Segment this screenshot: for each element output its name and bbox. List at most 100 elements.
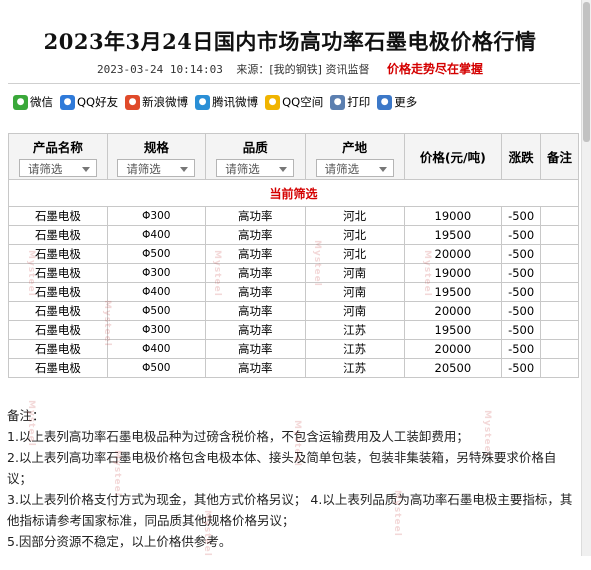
col-name-label: 产品名称	[32, 139, 83, 155]
col-quality-label: 品质	[242, 139, 268, 155]
chevron-down-icon	[81, 166, 90, 172]
cell-change: -500	[501, 244, 542, 264]
cell-name: 石墨电极	[8, 282, 108, 302]
cell-spec: Φ500	[106, 244, 206, 264]
cell-price: 20000	[403, 339, 503, 359]
cell-price: 19500	[403, 282, 503, 302]
share-print-button[interactable]: ● 打印	[330, 94, 370, 110]
cell-spec: Φ400	[106, 282, 206, 302]
cell-change: -500	[501, 339, 542, 359]
col-header-origin: 产地 请筛选	[304, 133, 405, 180]
cell-origin: 江苏	[304, 358, 405, 378]
cell-origin: 江苏	[304, 320, 405, 340]
filter-select-text: 请筛选	[225, 161, 260, 176]
qzone-icon: ●	[265, 94, 281, 110]
table-row: 石墨电极 Φ500 高功率 河北 20000 -500	[8, 244, 579, 264]
share-more-button[interactable]: ● 更多	[377, 94, 417, 110]
cell-quality: 高功率	[204, 206, 306, 226]
filter-select-name[interactable]: 请筛选	[18, 158, 97, 177]
price-trend-link[interactable]: 价格走势尽在掌握	[387, 62, 483, 76]
cell-origin: 河北	[304, 225, 405, 245]
cell-price: 19000	[403, 263, 503, 283]
cell-quality: 高功率	[204, 263, 306, 283]
table-header-row: 产品名称 请筛选 规格 请筛选 品质 请筛选 产地 请筛选 价格(元/吨) 涨跌…	[8, 133, 579, 180]
table-row: 石墨电极 Φ400 高功率 河南 19500 -500	[8, 282, 579, 302]
share-wechat-button[interactable]: ● 微信	[13, 94, 53, 110]
share-label: 微信	[30, 95, 53, 109]
chevron-down-icon	[180, 166, 189, 172]
more-icon: ●	[377, 94, 393, 110]
publish-datetime: 2023-03-24 10:14:03	[97, 63, 223, 76]
col-header-change: 涨跌	[501, 133, 542, 180]
current-filter-label: 当前筛选	[8, 179, 579, 207]
page-title: 2023年3月24日国内市场高功率石墨电极价格行情	[43, 29, 537, 54]
cell-spec: Φ400	[106, 339, 206, 359]
cell-origin: 江苏	[304, 339, 405, 359]
qq-icon: ●	[60, 94, 75, 110]
header-divider	[8, 83, 580, 84]
vertical-scrollbar[interactable]	[581, 0, 591, 556]
col-header-name: 产品名称 请筛选	[8, 133, 108, 180]
notes-section: 备注： 1.以上表列高功率石墨电极品种为过磅含税价格，不包含运输费用及人工装卸费…	[7, 405, 579, 552]
note-line: 3.以上表列价格支付方式为现金，其他方式价格另议； 4.以上表列品质为高功率石墨…	[7, 492, 573, 528]
col-spec-label: 规格	[143, 139, 169, 155]
table-row: 石墨电极 Φ300 高功率 江苏 19500 -500	[8, 320, 579, 340]
share-bar: ● 微信 ● QQ好友 ● 新浪微博 ● 腾讯微博 ● QQ空间 ● 打印 ● 更多	[13, 94, 424, 110]
wechat-icon: ●	[13, 94, 28, 110]
cell-change: -500	[501, 282, 542, 302]
cell-quality: 高功率	[204, 301, 306, 321]
chevron-down-icon	[378, 166, 387, 172]
cell-remark	[540, 320, 579, 340]
filter-select-quality[interactable]: 请筛选	[216, 158, 295, 177]
cell-price: 19500	[403, 225, 503, 245]
share-qq-button[interactable]: ● QQ好友	[60, 94, 118, 110]
cell-spec: Φ500	[106, 358, 206, 378]
cell-change: -500	[501, 358, 542, 378]
cell-name: 石墨电极	[8, 301, 108, 321]
tencent-weibo-icon: ●	[195, 94, 211, 110]
cell-quality: 高功率	[204, 282, 306, 302]
cell-remark	[540, 301, 579, 321]
share-label: 更多	[394, 95, 418, 109]
cell-quality: 高功率	[204, 225, 306, 245]
note-line: 1.以上表列高功率石墨电极品种为过磅含税价格，不包含运输费用及人工装卸费用；	[7, 429, 469, 444]
print-icon: ●	[330, 94, 346, 110]
cell-remark	[540, 358, 579, 378]
share-qzone-button[interactable]: ● QQ空间	[265, 94, 323, 110]
table-row: 石墨电极 Φ300 高功率 河北 19000 -500	[8, 206, 579, 226]
cell-quality: 高功率	[204, 339, 306, 359]
table-row: 石墨电极 Φ400 高功率 江苏 20000 -500	[8, 339, 579, 359]
article-container: 2023年3月24日国内市场高功率石墨电极价格行情 2023-03-24 10:…	[0, 0, 580, 556]
cell-name: 石墨电极	[8, 358, 108, 378]
article-source: 来源：[我的钢铁] 资讯监督	[236, 63, 370, 76]
cell-price: 20000	[403, 244, 503, 264]
cell-remark	[540, 225, 579, 245]
filter-select-text: 请筛选	[126, 161, 161, 176]
cell-name: 石墨电极	[8, 320, 108, 340]
current-filter-row: 当前筛选	[8, 179, 579, 207]
cell-name: 石墨电极	[8, 225, 108, 245]
scrollbar-thumb[interactable]	[583, 2, 590, 142]
col-header-price: 价格(元/吨)	[403, 133, 503, 180]
cell-remark	[540, 263, 579, 283]
weibo-icon: ●	[125, 94, 141, 110]
filter-select-text: 请筛选	[27, 161, 63, 176]
cell-change: -500	[501, 320, 542, 340]
note-line: 2.以上表列高功率石墨电极价格包含电极本体、接头及简单包装，包装非集装箱，另特殊…	[7, 450, 557, 486]
col-header-remark: 备注	[540, 133, 579, 180]
filter-select-spec[interactable]: 请筛选	[117, 158, 196, 177]
chevron-down-icon	[279, 166, 288, 172]
share-tencent-weibo-button[interactable]: ● 腾讯微博	[195, 94, 258, 110]
share-weibo-button[interactable]: ● 新浪微博	[125, 94, 188, 110]
cell-origin: 河北	[304, 244, 405, 264]
cell-price: 20500	[403, 358, 503, 378]
cell-spec: Φ500	[106, 301, 206, 321]
table-row: 石墨电极 Φ400 高功率 河北 19500 -500	[8, 225, 579, 245]
share-label: 腾讯微博	[212, 95, 259, 109]
filter-select-origin[interactable]: 请筛选	[315, 158, 394, 177]
cell-remark	[540, 339, 579, 359]
cell-quality: 高功率	[204, 244, 306, 264]
notes-heading: 备注：	[7, 408, 45, 423]
table-row: 石墨电极 Φ500 高功率 河南 20000 -500	[8, 301, 579, 321]
table-row: 石墨电极 Φ300 高功率 河南 19000 -500	[8, 263, 579, 283]
